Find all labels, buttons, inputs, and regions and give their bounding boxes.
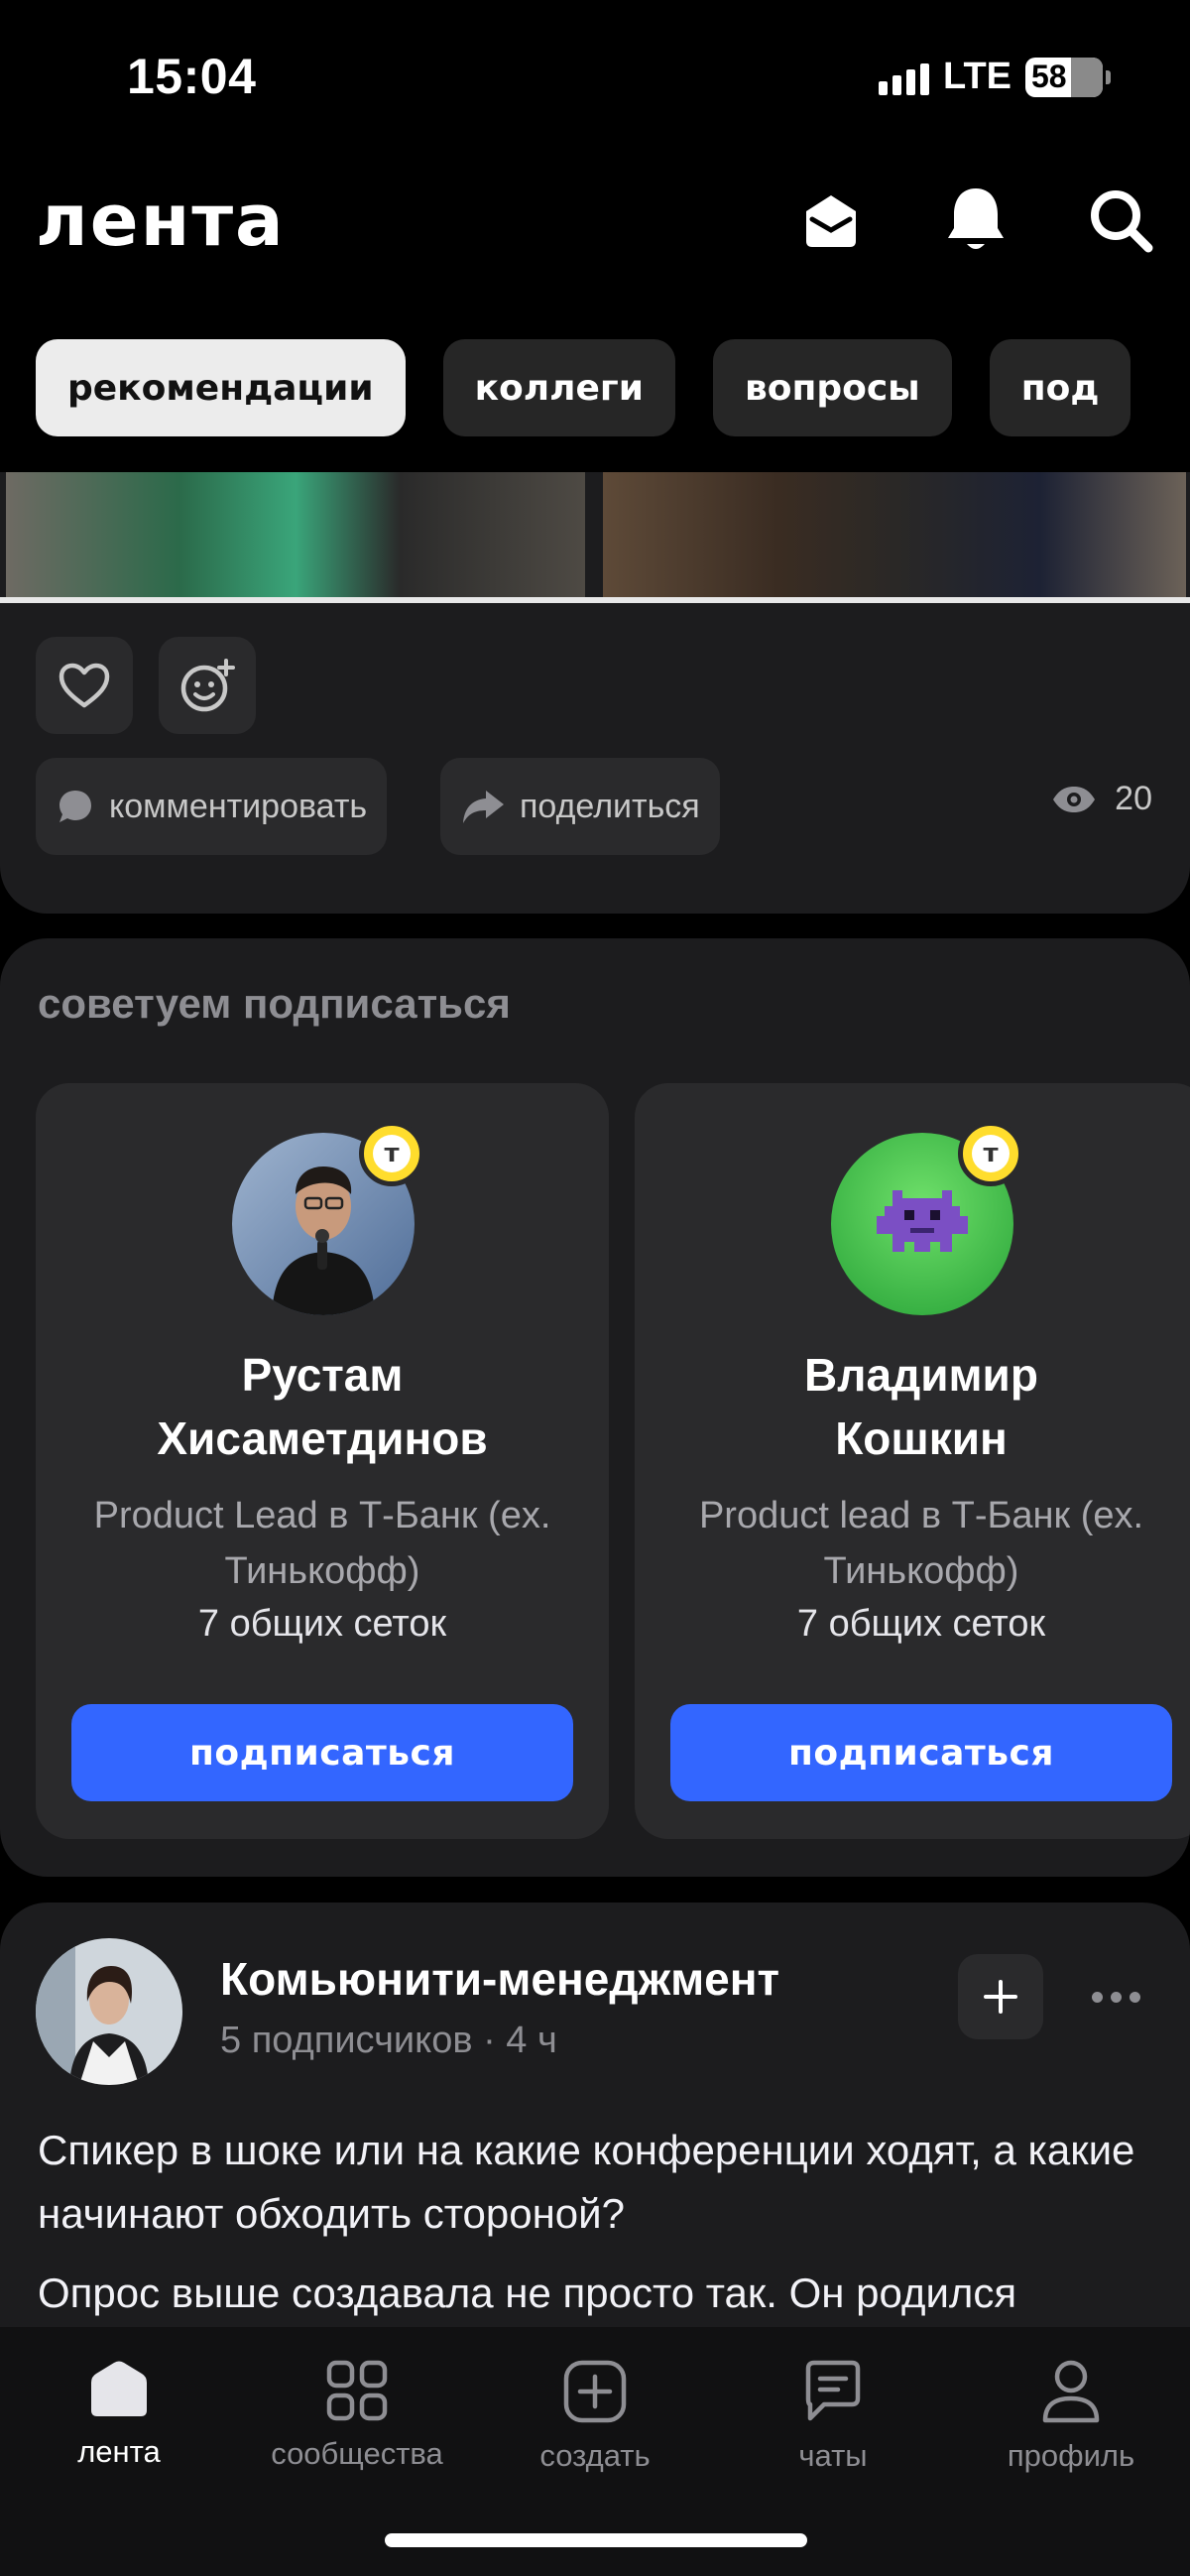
comment-button[interactable]: комментировать — [36, 758, 388, 855]
heart-icon — [59, 663, 110, 708]
chat-icon — [805, 2360, 861, 2421]
follow-button[interactable] — [958, 1954, 1043, 2039]
tab-recommendations[interactable]: рекомендации — [36, 339, 406, 436]
add-reaction-button[interactable] — [159, 637, 256, 734]
divider — [0, 597, 1190, 603]
post-card: комментировать поделиться 20 — [0, 472, 1190, 914]
post-photo[interactable] — [603, 472, 1186, 597]
status-indicators: LTE 58 — [879, 56, 1111, 98]
person-role: Product lead в Т-Банк (ex. Тинькофф) — [698, 1495, 1144, 1592]
tab-more[interactable]: под — [989, 339, 1131, 436]
signal-icon — [879, 60, 930, 95]
post-text-continued: Опрос выше создавала не просто так. Он р… — [38, 2269, 1017, 2316]
nav-create[interactable]: создать — [476, 2359, 714, 2474]
share-icon — [463, 791, 504, 823]
nav-chats[interactable]: чаты — [714, 2359, 952, 2474]
battery-icon: 58 — [1025, 57, 1111, 97]
suggestions-section: советуем подписаться т Рустам Хисаметдин… — [0, 938, 1190, 1877]
battery-level: 58 — [1031, 59, 1067, 94]
mail-icon[interactable] — [791, 181, 871, 260]
search-icon[interactable] — [1081, 181, 1160, 260]
comment-icon — [60, 791, 91, 822]
more-options-icon[interactable] — [1081, 1972, 1150, 2022]
post-meta: 5 подписчиков · 4 ч — [220, 2020, 557, 2061]
post-photo[interactable] — [6, 472, 585, 597]
bank-badge-icon: т — [958, 1121, 1023, 1186]
subscribe-button[interactable]: подписаться — [670, 1704, 1172, 1801]
common-networks: 7 общих сеток — [796, 1603, 1046, 1645]
views-count: 20 — [1115, 780, 1152, 817]
common-networks: 7 общих сеток — [197, 1603, 447, 1645]
nav-feed[interactable]: лента — [0, 2359, 238, 2470]
network-type: LTE — [943, 56, 1012, 97]
plus-square-icon — [563, 2360, 627, 2423]
nav-profile[interactable]: профиль — [952, 2359, 1190, 2474]
status-time: 15:04 — [127, 49, 257, 104]
person-card[interactable]: т Владимир Кошкин Product lead в Т-Банк … — [635, 1083, 1190, 1839]
home-indicator[interactable] — [385, 2533, 807, 2547]
person-card[interactable]: т Рустам Хисаметдинов Product Lead в Т-Б… — [36, 1083, 609, 1839]
status-bar: 15:04 LTE 58 — [0, 0, 1190, 159]
smile-plus-icon — [180, 659, 235, 712]
views-counter: 20 — [1051, 780, 1152, 818]
share-label: поделиться — [520, 787, 700, 825]
post-card: Комьюнити-менеджмент 5 подписчиков · 4 ч… — [0, 1902, 1190, 2327]
page-title: лента — [36, 179, 286, 262]
home-icon — [91, 2361, 147, 2416]
nav-communities[interactable]: сообщества — [238, 2359, 476, 2472]
subscribe-button[interactable]: подписаться — [71, 1704, 573, 1801]
profile-icon — [1042, 2360, 1100, 2423]
eye-icon — [1053, 786, 1096, 812]
author-avatar[interactable] — [36, 1938, 182, 2085]
comment-label: комментировать — [109, 787, 368, 825]
person-role: Product Lead в Т-Банк (ex. Тинькофф) — [93, 1495, 551, 1592]
grid-icon — [326, 2360, 388, 2421]
section-title: советуем подписаться — [38, 980, 511, 1027]
person-name: Рустам Хисаметдинов — [157, 1349, 488, 1464]
like-button[interactable] — [36, 637, 133, 734]
bank-badge-icon: т — [359, 1121, 424, 1186]
tab-colleagues[interactable]: коллеги — [442, 339, 675, 436]
person-name: Владимир Кошкин — [804, 1349, 1038, 1464]
share-button[interactable]: поделиться — [440, 758, 720, 855]
feed[interactable]: комментировать поделиться 20 советуем по… — [0, 472, 1190, 2327]
feed-tabs: рекомендации коллеги вопросы под — [36, 339, 1131, 436]
bell-icon[interactable] — [936, 181, 1015, 260]
plus-icon — [984, 1980, 1017, 2014]
app-header: лента — [0, 159, 1190, 317]
author-name[interactable]: Комьюнити-менеджмент — [220, 1952, 779, 2006]
tab-questions[interactable]: вопросы — [712, 339, 952, 436]
post-text: Спикер в шоке или на какие конференции х… — [38, 2127, 1135, 2237]
